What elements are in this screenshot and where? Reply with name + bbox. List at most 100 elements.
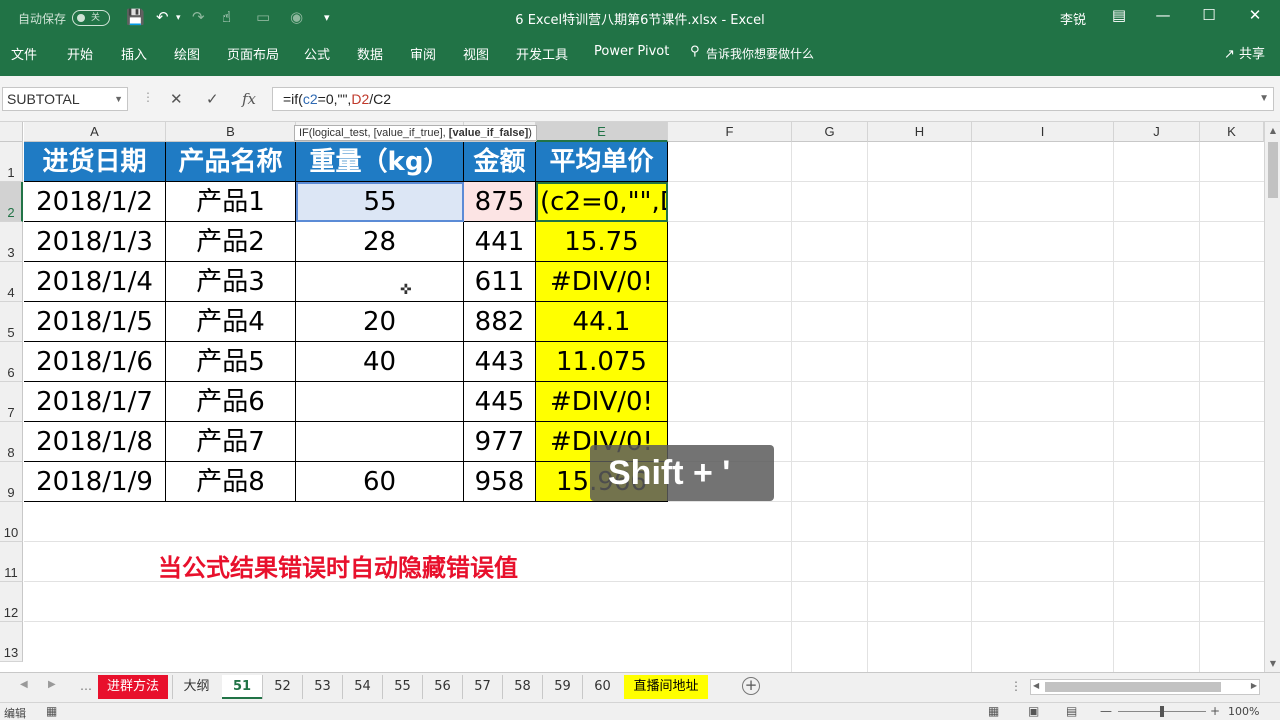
cancel-icon[interactable]: ✕ [170,90,183,108]
cell-average[interactable]: 15.75 [536,222,668,262]
close-icon[interactable]: ✕ [1240,6,1270,24]
sheet-tab-59[interactable]: 59 [542,675,582,699]
expand-formula-bar-icon[interactable]: ▼ [1259,88,1269,110]
header-amount[interactable]: 金额 [464,142,536,182]
cell-average-editing[interactable]: (c2=0,"",D [536,182,668,222]
sheet-tab-60[interactable]: 60 [582,675,622,699]
cell-weight[interactable]: 40 [296,342,464,382]
tab-data[interactable]: 数据 [357,44,383,63]
select-all-corner[interactable] [0,122,23,142]
header-weight[interactable]: 重量（kg） [296,142,464,182]
prev-sheet-icon[interactable]: ◀ [20,679,28,690]
sheet-tab-58[interactable]: 58 [502,675,542,699]
cell-amount[interactable]: 443 [464,342,536,382]
column-header-k[interactable]: K [1200,122,1264,142]
cell-average[interactable]: #DIV/0! [536,382,668,422]
cell-amount[interactable]: 441 [464,222,536,262]
sheet-tab-57[interactable]: 57 [462,675,502,699]
cell-average[interactable]: 44.1 [536,302,668,342]
normal-view-icon[interactable]: ▦ [988,704,999,718]
column-header-b[interactable]: B [166,122,296,142]
row-header-4[interactable]: 4 [0,262,23,302]
tab-insert[interactable]: 插入 [121,44,147,63]
user-name[interactable]: 李锐 [1060,9,1086,28]
page-break-view-icon[interactable]: ▤ [1066,704,1077,718]
sheet-tab-56[interactable]: 56 [422,675,462,699]
horizontal-scroll-thumb[interactable] [1045,682,1221,692]
cell-amount[interactable]: 611 [464,262,536,302]
zoom-slider-thumb[interactable] [1160,706,1164,717]
cell-product[interactable]: 产品2 [166,222,296,262]
header-product-name[interactable]: 产品名称 [166,142,296,182]
more-sheets-icon[interactable]: … [80,679,92,693]
cell-product[interactable]: 产品7 [166,422,296,462]
tell-me-search[interactable]: 告诉我你想要做什么 [706,45,814,62]
row-header-5[interactable]: 5 [0,302,23,342]
cell-date[interactable]: 2018/1/9 [24,462,166,502]
tab-split-icon[interactable]: ⋮ [1010,679,1022,693]
share-button[interactable]: ↗ 共享 [1224,43,1265,62]
insert-function-icon[interactable]: fx [242,90,256,108]
scroll-left-icon[interactable]: ◀ [1033,681,1039,690]
formula-input[interactable]: =if(c2=0,"",D2/C2 ▼ [272,87,1274,111]
cell-weight[interactable]: 20 [296,302,464,342]
row-header-3[interactable]: 3 [0,222,23,262]
cell-product[interactable]: 产品5 [166,342,296,382]
cell-date[interactable]: 2018/1/8 [24,422,166,462]
cell-amount[interactable]: 875 [464,182,536,222]
name-box[interactable]: SUBTOTAL ▼ [2,87,128,111]
cell-weight[interactable] [296,422,464,462]
cell-average[interactable]: 11.075 [536,342,668,382]
horizontal-scrollbar[interactable]: ◀ ▶ [1030,679,1260,695]
page-layout-view-icon[interactable]: ▣ [1028,704,1039,718]
tab-power-pivot[interactable]: Power Pivot [594,44,669,59]
cell-average[interactable]: #DIV/0! [536,262,668,302]
row-header-1[interactable]: 1 [0,142,23,182]
header-average-price[interactable]: 平均单价 [536,142,668,182]
sheet-tab-54[interactable]: 54 [342,675,382,699]
tab-file[interactable]: 文件 [11,44,37,63]
tab-draw[interactable]: 绘图 [174,44,200,63]
minimize-icon[interactable]: — [1148,6,1178,24]
column-header-a[interactable]: A [24,122,166,142]
tab-view[interactable]: 视图 [463,44,489,63]
column-header-f[interactable]: F [668,122,792,142]
cell-product[interactable]: 产品3 [166,262,296,302]
zoom-in-icon[interactable]: + [1210,704,1220,718]
column-header-e[interactable]: E [536,122,668,142]
tab-review[interactable]: 审阅 [410,44,436,63]
cell-date[interactable]: 2018/1/5 [24,302,166,342]
next-sheet-icon[interactable]: ▶ [48,679,56,690]
zoom-level[interactable]: 100% [1228,705,1259,718]
cell-product[interactable]: 产品4 [166,302,296,342]
sheet-tab-live-room[interactable]: 直播间地址 [624,675,708,699]
vertical-scroll-thumb[interactable] [1268,142,1278,198]
row-header-11[interactable]: 11 [0,542,23,582]
sheet-tab-55[interactable]: 55 [382,675,422,699]
cell-product[interactable]: 产品8 [166,462,296,502]
tab-developer[interactable]: 开发工具 [516,44,568,63]
scroll-up-icon[interactable]: ▲ [1265,126,1280,135]
tab-page-layout[interactable]: 页面布局 [227,44,279,63]
cell-product[interactable]: 产品1 [166,182,296,222]
cell-amount[interactable]: 882 [464,302,536,342]
name-box-dropdown-icon[interactable]: ▼ [114,88,123,110]
cell-amount[interactable]: 445 [464,382,536,422]
vertical-scrollbar[interactable]: ▲ ▼ [1264,122,1280,672]
row-header-10[interactable]: 10 [0,502,23,542]
column-header-j[interactable]: J [1114,122,1200,142]
row-header-7[interactable]: 7 [0,382,23,422]
row-header-2[interactable]: 2 [0,182,23,222]
cell-date[interactable]: 2018/1/3 [24,222,166,262]
zoom-out-icon[interactable]: — [1100,704,1112,718]
add-sheet-icon[interactable]: + [742,677,760,695]
worksheet-grid[interactable]: A B C D E F G H I J K 1 2 3 4 5 6 7 8 9 … [0,122,1264,672]
row-header-9[interactable]: 9 [0,462,23,502]
tab-formulas[interactable]: 公式 [304,44,330,63]
cell-date[interactable]: 2018/1/7 [24,382,166,422]
scroll-down-icon[interactable]: ▼ [1265,659,1280,668]
cell-date[interactable]: 2018/1/6 [24,342,166,382]
cell-product[interactable]: 产品6 [166,382,296,422]
maximize-icon[interactable]: ☐ [1194,6,1224,24]
sheet-tab-52[interactable]: 52 [262,675,302,699]
